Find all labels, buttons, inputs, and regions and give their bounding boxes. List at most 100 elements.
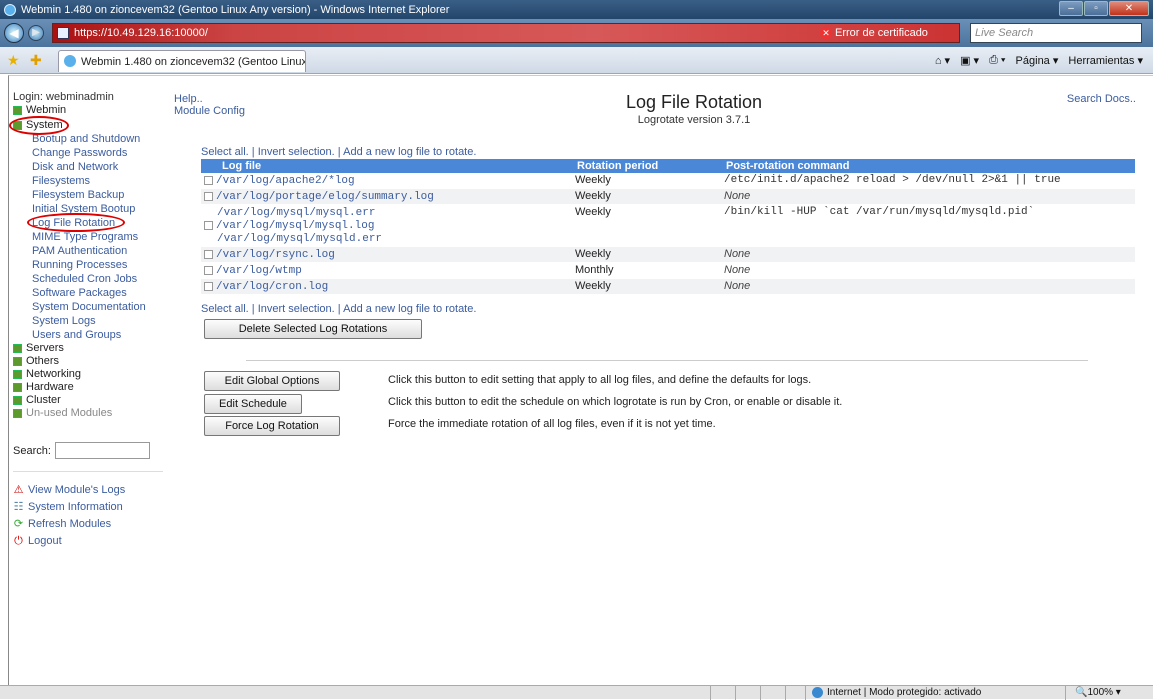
module-mime[interactable]: MIME Type Programs [13, 230, 174, 244]
add-favorites-icon[interactable]: ✚ [30, 52, 42, 69]
warning-icon: ⚠ [13, 484, 24, 496]
log-file-line: /var/log/portage/elog/summary.log [204, 190, 569, 203]
log-file-link[interactable]: /var/log/mysql/mysql.err [217, 207, 375, 219]
log-file-link[interactable]: /var/log/apache2/*log [216, 175, 355, 187]
module-disk-network-line2[interactable]: Filesystems [13, 174, 174, 188]
feeds-icon[interactable]: ▣ ▾ [960, 54, 979, 67]
module-filesystem-backup[interactable]: Filesystem Backup [13, 188, 174, 202]
invert-selection-link[interactable]: Invert selection. [258, 303, 335, 315]
minimize-button[interactable]: – [1059, 1, 1083, 16]
force-rotation-description: Force the immediate rotation of all log … [388, 418, 716, 430]
module-software-packages[interactable]: Software Packages [13, 286, 174, 300]
log-file-link[interactable]: /var/log/portage/elog/summary.log [216, 191, 434, 203]
row-checkbox[interactable] [204, 191, 213, 201]
category-system[interactable]: System [9, 116, 174, 135]
category-networking[interactable]: Networking [13, 368, 174, 381]
log-file-link[interactable]: /var/log/wtmp [216, 265, 302, 277]
system-info-link[interactable]: ☷ System Information [13, 499, 174, 516]
module-running-processes[interactable]: Running Processes [13, 258, 174, 272]
print-icon[interactable]: ⎙ ▾ [989, 54, 1005, 67]
log-file-cell: /var/log/wtmp [201, 262, 572, 279]
window-title: Webmin 1.480 on zioncevem32 (Gentoo Linu… [21, 3, 450, 16]
certificate-error[interactable]: ✕ Error de certificado [820, 23, 928, 43]
forward-button[interactable]: ▶ [28, 25, 44, 41]
live-search-input[interactable]: Live Search [970, 23, 1142, 43]
globe-icon [812, 687, 823, 698]
tab-webmin[interactable]: Webmin 1.480 on zioncevem32 (Gentoo Linu… [58, 50, 306, 72]
back-button[interactable]: ◀ [4, 23, 24, 43]
module-system-logs[interactable]: System Logs [13, 314, 174, 328]
status-bar: Internet | Modo protegido: activado 🔍100… [0, 685, 1153, 700]
help-link[interactable]: Help.. [174, 93, 245, 105]
refresh-modules-link[interactable]: ⟳ Refresh Modules [13, 516, 174, 533]
maximize-button[interactable]: ▫ [1084, 1, 1108, 16]
log-file-cell: /var/log/cron.log [201, 278, 572, 295]
row-checkbox[interactable] [204, 249, 213, 259]
module-log-file-rotation[interactable]: Log File Rotation [13, 213, 174, 232]
edit-global-options-button[interactable]: Edit Global Options [204, 371, 340, 391]
category-unused[interactable]: Un-used Modules [13, 407, 174, 420]
log-file-link[interactable]: /var/log/cron.log [216, 281, 328, 293]
logout-link[interactable]: ⏻ Logout [13, 533, 174, 550]
close-button[interactable]: ✕ [1109, 1, 1149, 16]
log-rotation-table: Log file Rotation period Post-rotation c… [201, 159, 1135, 295]
add-log-link[interactable]: Add a new log file to rotate. [343, 146, 476, 158]
category-cluster[interactable]: Cluster [13, 394, 174, 407]
edit-schedule-button[interactable]: Edit Schedule [204, 394, 302, 414]
separator: | [251, 146, 255, 158]
command-bar: ⌂ ▾ ▣ ▾ ⎙ ▾ Página ▾ Herramientas ▾ [935, 54, 1143, 67]
zoom-control[interactable]: 🔍100% ▾ [1075, 687, 1121, 698]
module-disk-network-line1[interactable]: Disk and Network [13, 160, 174, 174]
status-divider [785, 686, 786, 700]
select-all-link[interactable]: Select all. [201, 146, 249, 158]
security-zone[interactable]: Internet | Modo protegido: activado [812, 687, 981, 698]
home-icon[interactable]: ⌂ ▾ [935, 54, 950, 67]
status-divider [735, 686, 736, 700]
module-users-groups[interactable]: Users and Groups [13, 328, 174, 342]
main-content: Help.. Module Config Log File Rotation L… [174, 76, 1153, 684]
ie-tab-icon [64, 55, 76, 67]
module-pam[interactable]: PAM Authentication [13, 244, 174, 258]
url-text: https://10.49.129.16:10000/ [74, 27, 208, 39]
search-input[interactable] [54, 442, 150, 459]
log-file-link[interactable]: /var/log/mysql/mysql.log [216, 220, 374, 232]
log-file-line: /var/log/apache2/*log [204, 174, 569, 187]
log-file-link[interactable]: /var/log/mysql/mysqld.err [217, 233, 382, 245]
log-file-link[interactable]: /var/log/rsync.log [216, 249, 335, 261]
category-label: Webmin [26, 104, 67, 116]
column-header: Log file [201, 159, 572, 173]
category-servers[interactable]: Servers [13, 342, 174, 355]
row-checkbox[interactable] [204, 175, 213, 185]
selection-links-bottom: Select all. | Invert selection. | Add a … [201, 303, 476, 315]
page-title: Log File Rotation [625, 92, 763, 112]
tools-menu[interactable]: Herramientas ▾ [1068, 54, 1143, 67]
module-cron[interactable]: Scheduled Cron Jobs [13, 272, 174, 286]
category-hardware[interactable]: Hardware [13, 381, 174, 394]
category-others[interactable]: Others [13, 355, 174, 368]
log-file-cell: /var/log/apache2/*log [201, 173, 572, 189]
module-system-documentation[interactable]: System Documentation [13, 300, 174, 314]
force-rotation-button[interactable]: Force Log Rotation [204, 416, 340, 436]
invert-selection-link[interactable]: Invert selection. [258, 146, 335, 158]
favorites-star-icon[interactable]: ★ [7, 52, 20, 69]
log-file-cell: /var/log/mysql/mysql.err/var/log/mysql/m… [201, 204, 572, 247]
row-checkbox[interactable] [204, 265, 213, 275]
delete-rotations-button[interactable]: Delete Selected Log Rotations [204, 319, 422, 339]
view-logs-link[interactable]: ⚠ View Module's Logs [13, 482, 174, 499]
power-icon: ⏻ [14, 535, 23, 547]
login-label: Login: webminadmin [13, 91, 114, 103]
link-label: View Module's Logs [28, 484, 126, 496]
select-all-link[interactable]: Select all. [201, 303, 249, 315]
module-change-passwords[interactable]: Change Passwords [13, 146, 174, 160]
add-log-link[interactable]: Add a new log file to rotate. [343, 303, 476, 315]
table-row: /var/log/wtmp Monthly None [201, 262, 1135, 279]
row-checkbox[interactable] [204, 220, 213, 230]
module-config-link[interactable]: Module Config [174, 105, 245, 117]
tab-bar: ★ ✚ Webmin 1.480 on zioncevem32 (Gentoo … [0, 47, 1153, 74]
divider [246, 360, 1088, 361]
page-menu[interactable]: Página ▾ [1016, 54, 1059, 67]
row-checkbox[interactable] [204, 281, 213, 291]
search-docs-link[interactable]: Search Docs.. [1067, 93, 1136, 105]
highlight-circle [9, 116, 69, 135]
highlight-circle [27, 213, 125, 232]
